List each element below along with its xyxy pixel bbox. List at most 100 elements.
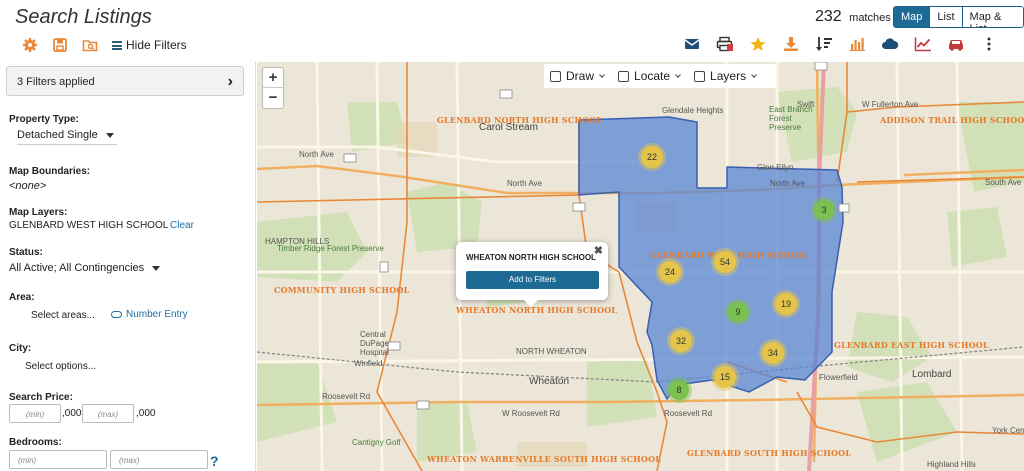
save-icon[interactable] [52,37,68,53]
search-price-label: Search Price: [9,392,73,403]
cloud-icon[interactable] [881,36,899,52]
school-label: GLENBARD EAST HIGH SCHOOL [834,340,989,350]
chevron-right-icon: › [227,73,233,90]
trend-chart-icon[interactable] [914,36,932,52]
chevron-down-icon [675,71,681,78]
area-label: Area: [9,292,35,303]
car-icon[interactable] [947,36,965,52]
match-count: 232 matches [815,8,891,26]
bedrooms-min-input[interactable]: (min) [9,450,107,469]
listing-cluster[interactable]: 24 [659,261,681,283]
hide-filters-button[interactable]: Hide Filters [112,38,187,52]
number-entry-link[interactable]: Number Entry [111,309,188,320]
view-list-button[interactable]: List [929,7,962,27]
road-label: South Ave [985,178,1022,187]
price-max-input[interactable]: (max) [82,404,134,423]
zoom-control: + − [262,67,284,109]
park-label: Cantigny Golf [352,438,401,447]
place-label: Winfield [354,359,383,368]
place-label: Lombard [912,369,952,380]
filter-sidebar: 3 Filters applied › Property Type: Detac… [0,62,256,471]
listing-cluster[interactable]: 22 [641,146,663,168]
place-label: HAMPTON HILLS [265,237,330,246]
zoom-out-button[interactable]: − [263,88,283,108]
listing-cluster[interactable]: 8 [669,380,689,400]
right-toolbar [683,36,1013,52]
left-toolbar: Hide Filters [22,37,187,53]
view-map-list-button[interactable]: Map & List [961,7,1023,27]
listing-cluster[interactable]: 15 [714,366,736,388]
hand-icon [550,70,561,82]
price-min-input[interactable]: (min) [9,404,61,423]
header: Search Listings 232 matches Map List Map… [0,0,1024,62]
map-layers-value: GLENBARD WEST HIGH SCHOOL [9,220,169,231]
chevron-down-icon [751,71,757,78]
saved-search-icon[interactable] [82,37,98,53]
price-min-suffix: ,000 [62,408,82,419]
filters-applied-bar[interactable]: 3 Filters applied › [6,66,244,96]
print-icon[interactable] [716,36,734,52]
view-toggle: Map List Map & List [893,6,1024,28]
road-label: W Fullerton Ave [862,100,919,109]
road-label: North Ave [299,150,334,159]
property-type-value: Detached Single [17,129,98,141]
layers-dropdown[interactable]: Layers [694,69,757,83]
road-label: North Ave [507,179,542,188]
popup-title: WHEATON NORTH HIGH SCHOOL [466,253,596,262]
school-label: WHEATON WARRENVILLE SOUTH HIGH SCHOOL [427,454,662,464]
close-icon[interactable]: ✖ [594,244,603,257]
bedrooms-max-input[interactable]: (max) [110,450,208,469]
download-icon[interactable] [782,36,800,52]
star-icon[interactable] [749,36,767,52]
school-label: GLENBARD SOUTH HIGH SCHOOL [687,448,852,458]
property-type-select[interactable]: Detached Single [17,129,117,145]
place-label: Central DuPage Hospital [360,330,389,357]
listing-cluster[interactable]: 9 [728,302,748,322]
help-icon[interactable]: ? [210,453,219,469]
layers-label: Layers [710,69,747,83]
draw-dropdown[interactable]: Draw [550,69,605,83]
zoom-in-button[interactable]: + [263,68,283,88]
stats-chart-icon[interactable] [848,36,866,52]
add-to-filters-button[interactable]: Add to Filters [466,271,599,289]
listing-cluster[interactable]: 19 [775,293,797,315]
map-view[interactable]: + − Draw Locate Layers GLENBARD NORTH HI… [257,62,1024,471]
page-title: Search Listings [15,6,152,28]
layers-icon [694,70,706,82]
listing-cluster[interactable]: 3 [814,200,834,220]
city-label: City: [9,343,32,354]
listing-cluster[interactable]: 34 [762,342,784,364]
caret-down-icon [152,265,161,271]
status-select[interactable]: All Active; All Contingencies [9,262,161,274]
school-popup: WHEATON NORTH HIGH SCHOOL ✖ Add to Filte… [456,242,608,307]
draw-label: Draw [566,69,595,83]
email-icon[interactable] [683,36,701,52]
map-layers-label: Map Layers: [9,207,68,218]
locate-dropdown[interactable]: Locate [618,69,681,83]
locate-label: Locate [634,69,671,83]
park-label: East Branch Forest Preserve [769,105,813,132]
price-max-suffix: ,000 [136,408,156,419]
sort-icon[interactable] [815,36,833,52]
more-icon[interactable] [980,36,998,52]
map-icon [618,70,630,82]
road-label: North Ave [770,179,805,188]
listing-cluster[interactable]: 54 [714,251,736,273]
area-select[interactable]: Select areas... [31,310,95,321]
listing-cluster[interactable]: 32 [670,330,692,352]
school-label: COMMUNITY HIGH SCHOOL [274,285,410,295]
place-label: NORTH WHEATON [516,347,587,356]
filters-applied-label: 3 Filters applied [17,76,95,88]
place-label: Glen Ellyn [757,163,794,172]
view-map-button[interactable]: Map [894,7,930,27]
road-label: Roosevelt Rd [664,409,713,418]
gear-icon[interactable] [22,37,38,53]
bedrooms-label: Bedrooms: [9,437,62,448]
match-count-label: matches [849,12,891,24]
clear-map-layers-link[interactable]: Clear [170,220,194,231]
city-select[interactable]: Select options... [25,361,96,372]
place-label: York Cente [992,426,1024,435]
hide-filters-label: Hide Filters [126,38,187,52]
map-boundaries-value: <none> [9,180,47,192]
place-label: Flowerfield [819,373,858,382]
